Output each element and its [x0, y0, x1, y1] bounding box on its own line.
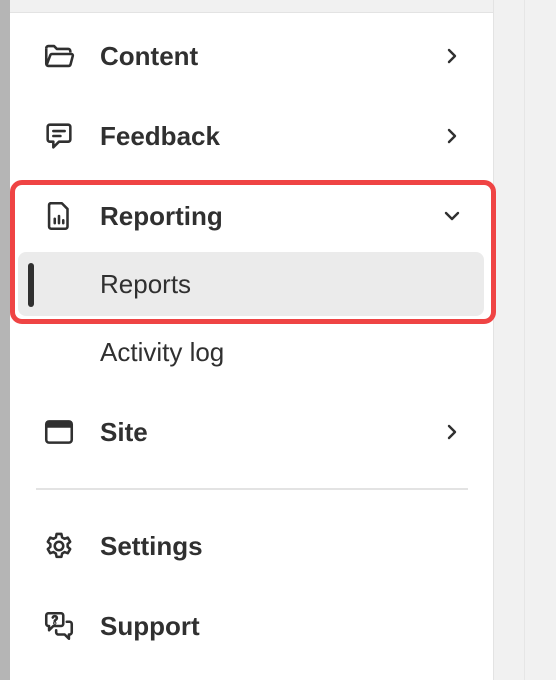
sidebar-item-label: Feedback [100, 120, 220, 151]
sidebar-item-label: Reporting [100, 200, 223, 231]
chevron-right-icon [440, 124, 464, 148]
sidebar-subitem-activity-log[interactable]: Activity log [18, 320, 484, 384]
window-edge-left [0, 0, 10, 680]
sidebar-item-label: Content [100, 40, 199, 71]
sidebar-divider [36, 488, 468, 490]
active-indicator [28, 263, 34, 307]
folder-icon [42, 39, 76, 73]
sidebar-item-content[interactable]: Content [10, 25, 493, 87]
chevron-right-icon [440, 420, 464, 444]
support-chat-icon [42, 609, 76, 643]
feedback-icon [42, 119, 76, 153]
sidebar-item-label: Support [100, 610, 200, 641]
chevron-down-icon [440, 204, 464, 228]
sidebar-item-label: Settings [100, 530, 203, 561]
sidebar-nav: Content Feedback Reporting Reports Activ… [10, 13, 496, 680]
main-content-edge [493, 0, 556, 680]
sidebar-subitem-label: Activity log [100, 336, 225, 367]
sidebar-item-reporting[interactable]: Reporting [10, 185, 493, 247]
browser-window-icon [42, 415, 76, 449]
chevron-right-icon [440, 44, 464, 68]
sidebar-subitem-label: Reports [100, 268, 192, 299]
sidebar-item-settings[interactable]: Settings [10, 515, 493, 577]
sidebar-item-label: Site [100, 416, 148, 447]
sidebar-item-support[interactable]: Support [10, 595, 493, 657]
gear-icon [42, 529, 76, 563]
sidebar-item-site[interactable]: Site [10, 401, 493, 463]
sidebar-item-feedback[interactable]: Feedback [10, 105, 493, 167]
top-bar-edge [10, 0, 493, 13]
sidebar-subitem-reports[interactable]: Reports [18, 252, 484, 316]
report-icon [42, 199, 76, 233]
